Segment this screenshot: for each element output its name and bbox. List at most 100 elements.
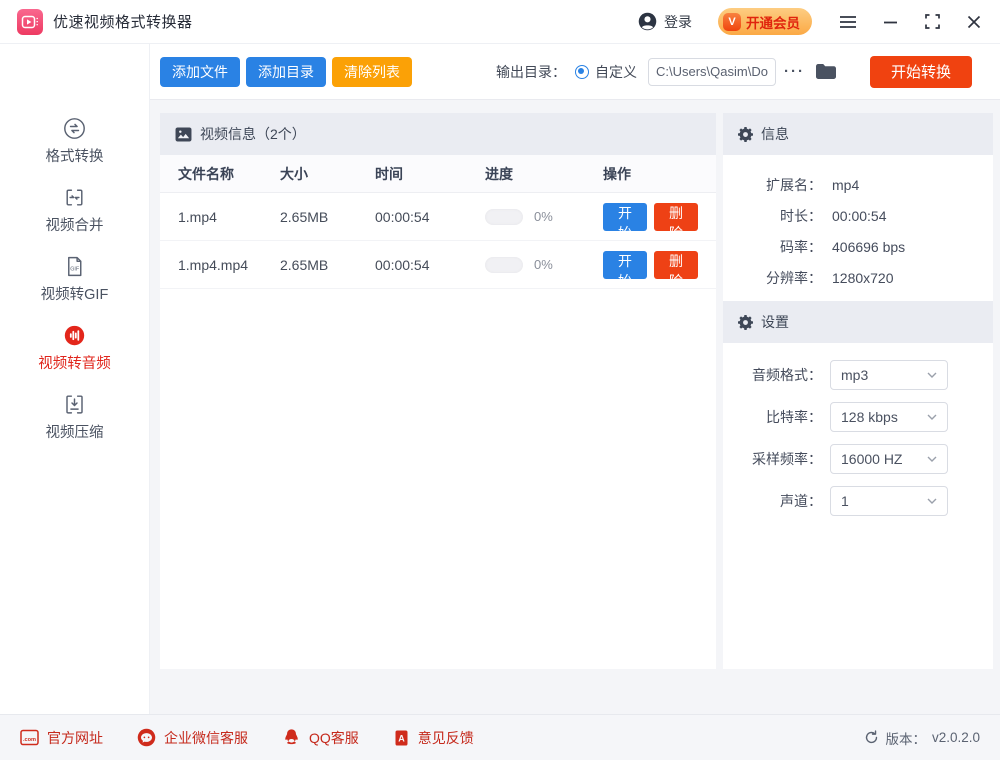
gear-icon (738, 126, 753, 142)
settings-panel-title: 设置 (761, 314, 789, 330)
info-label: 分辨率： (766, 269, 822, 286)
sidebar-item-format-convert[interactable]: 格式转换 (46, 114, 104, 166)
refresh-icon[interactable] (864, 730, 879, 745)
col-progress: 进度 (485, 165, 513, 182)
clear-list-button[interactable]: 清除列表 (332, 56, 412, 87)
row-delete-button[interactable]: 删除 (654, 202, 698, 241)
info-value: 1280x720 (832, 269, 894, 286)
window-controls (839, 13, 983, 31)
sidebar-item-video-to-gif[interactable]: GIF 视频转GIF (41, 252, 108, 304)
info-row: 时长： 00:00:54 (723, 200, 993, 231)
app-window: 优速视频格式转换器 登录 V 开通会员 格式转换 视频合并 GIF 视频转GIF… (0, 0, 1000, 760)
video-to-audio-icon (62, 321, 87, 349)
video-compress-icon (62, 390, 87, 418)
feedback-link[interactable]: A 意见反馈 (393, 728, 474, 748)
footer-link-label: 企业微信客服 (164, 729, 248, 746)
titlebar: 优速视频格式转换器 登录 V 开通会员 (0, 0, 1000, 44)
bitrate-select[interactable]: 128 kbps (830, 402, 948, 432)
select-value: mp3 (841, 367, 869, 383)
setting-row: 音频格式： mp3 (723, 360, 993, 390)
progress-bar (485, 208, 523, 225)
cell-time: 00:00:54 (375, 208, 430, 225)
video-list-panel: 视频信息（2个） 文件名称 大小 时间 进度 操作 1.mp4 2.65MB 0… (160, 113, 716, 669)
qq-service-link[interactable]: QQ客服 (282, 728, 359, 748)
chevron-down-icon (927, 372, 937, 378)
setting-row: 比特率： 128 kbps (723, 402, 993, 432)
setting-label: 比特率： (766, 409, 822, 425)
version-value: v2.0.2.0 (931, 730, 980, 745)
sidebar-item-video-compress[interactable]: 视频压缩 (46, 390, 104, 442)
app-title: 优速视频格式转换器 (53, 14, 193, 31)
sidebar: 格式转换 视频合并 GIF 视频转GIF 视频转音频 视频压缩 (0, 44, 150, 714)
cell-progress: 0% (485, 208, 603, 225)
cell-time: 00:00:54 (375, 256, 430, 273)
wechat-icon (137, 728, 156, 747)
maximize-icon[interactable] (923, 13, 941, 31)
info-row: 分辨率： 1280x720 (723, 262, 993, 293)
sidebar-item-label: 视频合并 (45, 218, 104, 234)
info-panel-header: 信息 (723, 113, 993, 155)
info-label: 时长： (780, 207, 822, 224)
sample-rate-select[interactable]: 16000 HZ (830, 444, 948, 474)
toolbar: 添加文件 添加目录 清除列表 输出目录： 自定义 ··· 开始转换 (150, 44, 1000, 100)
setting-label: 音频格式： (752, 367, 822, 383)
progress-bar (485, 256, 523, 273)
channels-select[interactable]: 1 (830, 486, 948, 516)
video-list-header: 视频信息（2个） (160, 113, 716, 155)
svg-text:.com: .com (23, 737, 36, 743)
info-value: 00:00:54 (832, 207, 887, 224)
sidebar-item-video-merge[interactable]: 视频合并 (46, 183, 104, 235)
official-website-link[interactable]: .com 官方网址 (20, 728, 103, 748)
add-file-button[interactable]: 添加文件 (160, 56, 240, 87)
login-button[interactable]: 登录 (638, 12, 692, 32)
info-label: 码率： (780, 238, 822, 255)
col-time: 时间 (375, 165, 403, 182)
custom-radio[interactable] (574, 64, 589, 79)
audio-format-select[interactable]: mp3 (830, 360, 948, 390)
cell-size: 2.65MB (280, 208, 329, 225)
info-panel-title: 信息 (761, 126, 789, 142)
close-icon[interactable] (965, 13, 983, 31)
open-folder-icon[interactable] (815, 63, 836, 80)
gear-icon (738, 314, 753, 330)
sidebar-item-label: 视频压缩 (45, 425, 104, 441)
row-delete-button[interactable]: 删除 (654, 250, 698, 289)
table-row[interactable]: 1.mp4 2.65MB 00:00:54 0% 开始 删除 (160, 193, 716, 241)
menu-icon[interactable] (839, 13, 857, 31)
sidebar-item-video-to-audio[interactable]: 视频转音频 (38, 321, 111, 373)
info-value: mp4 (832, 176, 860, 193)
info-value: 406696 bps (832, 238, 906, 255)
footer-link-label: 意见反馈 (417, 729, 474, 746)
feedback-icon: A (393, 729, 410, 747)
setting-row: 声道： 1 (723, 486, 993, 516)
start-convert-button[interactable]: 开始转换 (869, 55, 972, 88)
table-column-headers: 文件名称 大小 时间 进度 操作 (160, 155, 716, 193)
format-convert-icon (62, 114, 87, 142)
footer: .com 官方网址 企业微信客服 QQ客服 A 意见反馈 版本： v2.0.2.… (0, 714, 1000, 760)
output-path-input[interactable] (647, 57, 776, 86)
video-merge-icon (62, 183, 87, 211)
info-rows: 扩展名： mp4 时长： 00:00:54 码率： 406696 bps 分辨率… (723, 155, 993, 301)
progress-percent: 0% (534, 209, 553, 224)
right-panel: 信息 扩展名： mp4 时长： 00:00:54 码率： 406696 bps … (723, 113, 993, 669)
col-filename: 文件名称 (178, 165, 234, 182)
wechat-service-link[interactable]: 企业微信客服 (137, 728, 248, 748)
col-size: 大小 (280, 165, 308, 182)
row-start-button[interactable]: 开始 (603, 250, 647, 289)
video-list-title: 视频信息（2个） (200, 126, 306, 142)
col-actions: 操作 (603, 165, 631, 182)
vip-icon: V (723, 12, 741, 31)
minimize-icon[interactable] (881, 13, 899, 31)
row-start-button[interactable]: 开始 (603, 202, 647, 241)
cell-actions: 开始 删除 (603, 202, 698, 241)
info-label: 扩展名： (766, 176, 822, 193)
add-directory-button[interactable]: 添加目录 (246, 56, 326, 87)
browse-more-button[interactable]: ··· (784, 63, 805, 80)
cell-actions: 开始 删除 (603, 250, 698, 289)
sidebar-item-label: 视频转音频 (38, 356, 111, 372)
open-vip-button[interactable]: V 开通会员 (718, 8, 812, 35)
website-icon: .com (20, 729, 39, 746)
version-label: 版本： (885, 731, 926, 747)
select-value: 128 kbps (841, 409, 898, 425)
table-row[interactable]: 1.mp4.mp4 2.65MB 00:00:54 0% 开始 删除 (160, 241, 716, 289)
